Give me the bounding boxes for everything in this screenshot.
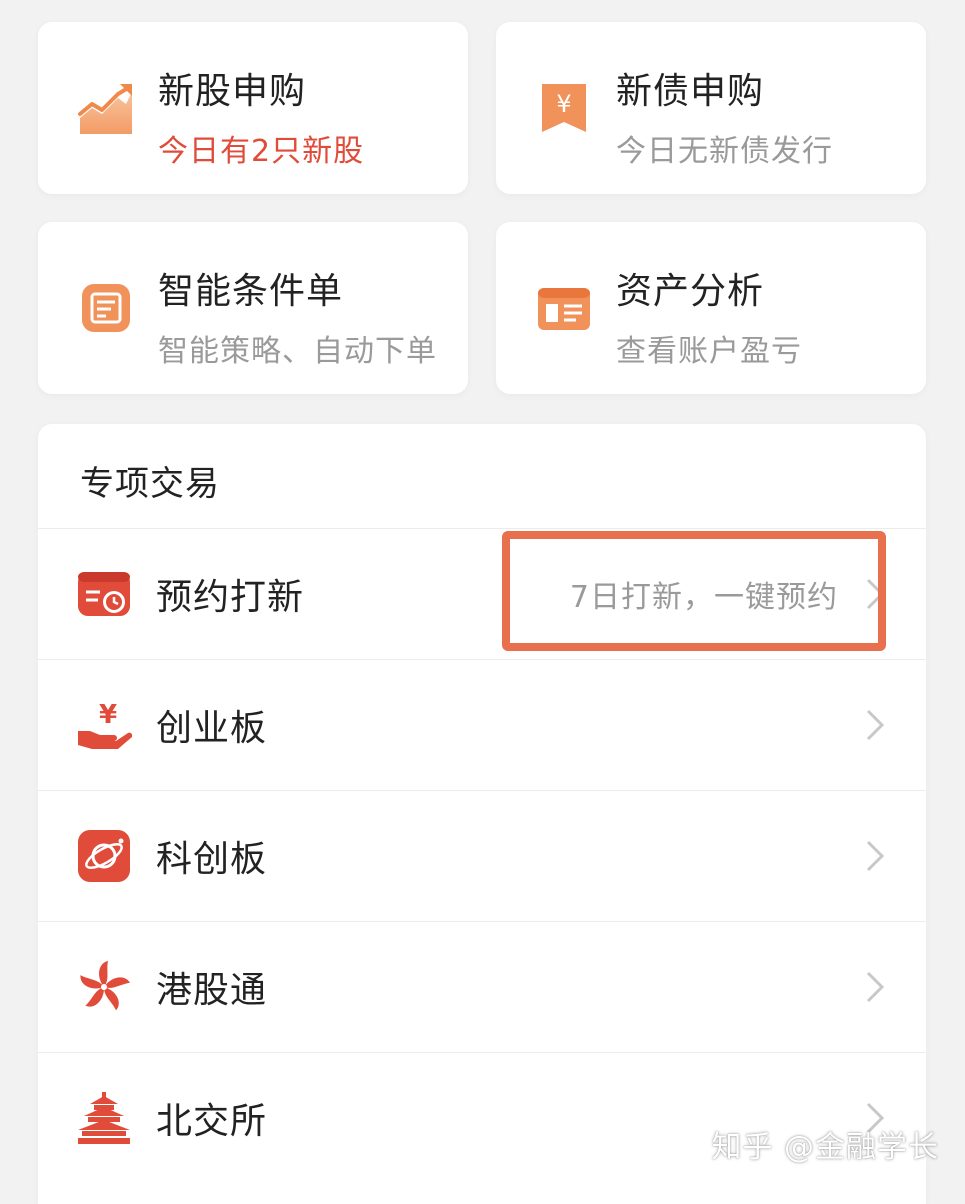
browser-window-icon — [536, 280, 592, 336]
chevron-right-icon — [866, 840, 885, 872]
row-hint: 7日打新，一键预约 — [569, 580, 838, 615]
tile-title: 新股申购 — [158, 71, 307, 112]
tile-title: 智能条件单 — [158, 271, 344, 312]
chevron-right-icon — [866, 971, 885, 1003]
row-label: 港股通 — [156, 970, 268, 1011]
tile-subtitle: 今日有2只新股 — [158, 134, 365, 169]
section-title: 专项交易 — [80, 464, 220, 504]
row-label: 北交所 — [156, 1101, 268, 1142]
tile-subtitle: 智能策略、自动下单 — [158, 334, 437, 369]
bauhinia-icon — [76, 959, 132, 1015]
special-trading-section: 专项交易 预约打新 7日打新，一键预约 ¥ 创业板 科创板 港股通 北交所 — [38, 424, 926, 1204]
tile-new-stock[interactable]: 新股申购 今日有2只新股 — [38, 22, 468, 194]
row-label: 科创板 — [156, 839, 268, 880]
watermark: 知乎 @金融学长 — [711, 1130, 939, 1165]
temple-icon — [76, 1090, 132, 1146]
planet-icon — [76, 828, 132, 884]
tile-title: 新债申购 — [616, 71, 765, 112]
yen-bookmark-icon: ¥ — [536, 80, 592, 136]
row-label: 预约打新 — [156, 577, 305, 618]
tile-smart-order[interactable]: 智能条件单 智能策略、自动下单 — [38, 222, 468, 394]
rising-chart-icon — [78, 80, 134, 136]
row-star-market[interactable]: 科创板 — [38, 790, 926, 921]
tile-title: 资产分析 — [616, 271, 765, 312]
chevron-right-icon — [866, 578, 885, 610]
tile-asset-analysis[interactable]: 资产分析 查看账户盈亏 — [496, 222, 926, 394]
row-hk-connect[interactable]: 港股通 — [38, 921, 926, 1052]
svg-text:¥: ¥ — [556, 90, 571, 118]
chevron-right-icon — [866, 709, 885, 741]
tile-subtitle: 今日无新债发行 — [616, 134, 833, 169]
hand-yen-icon: ¥ — [76, 697, 133, 753]
tile-subtitle: 查看账户盈亏 — [616, 334, 802, 369]
tile-new-bond[interactable]: ¥ 新债申购 今日无新债发行 — [496, 22, 926, 194]
row-chinext[interactable]: ¥ 创业板 — [38, 659, 926, 790]
row-ipo-reservation[interactable]: 预约打新 7日打新，一键预约 — [38, 528, 926, 659]
document-icon — [78, 280, 134, 336]
svg-text:¥: ¥ — [99, 700, 117, 730]
row-label: 创业板 — [156, 708, 268, 749]
calendar-clock-icon — [76, 566, 132, 622]
